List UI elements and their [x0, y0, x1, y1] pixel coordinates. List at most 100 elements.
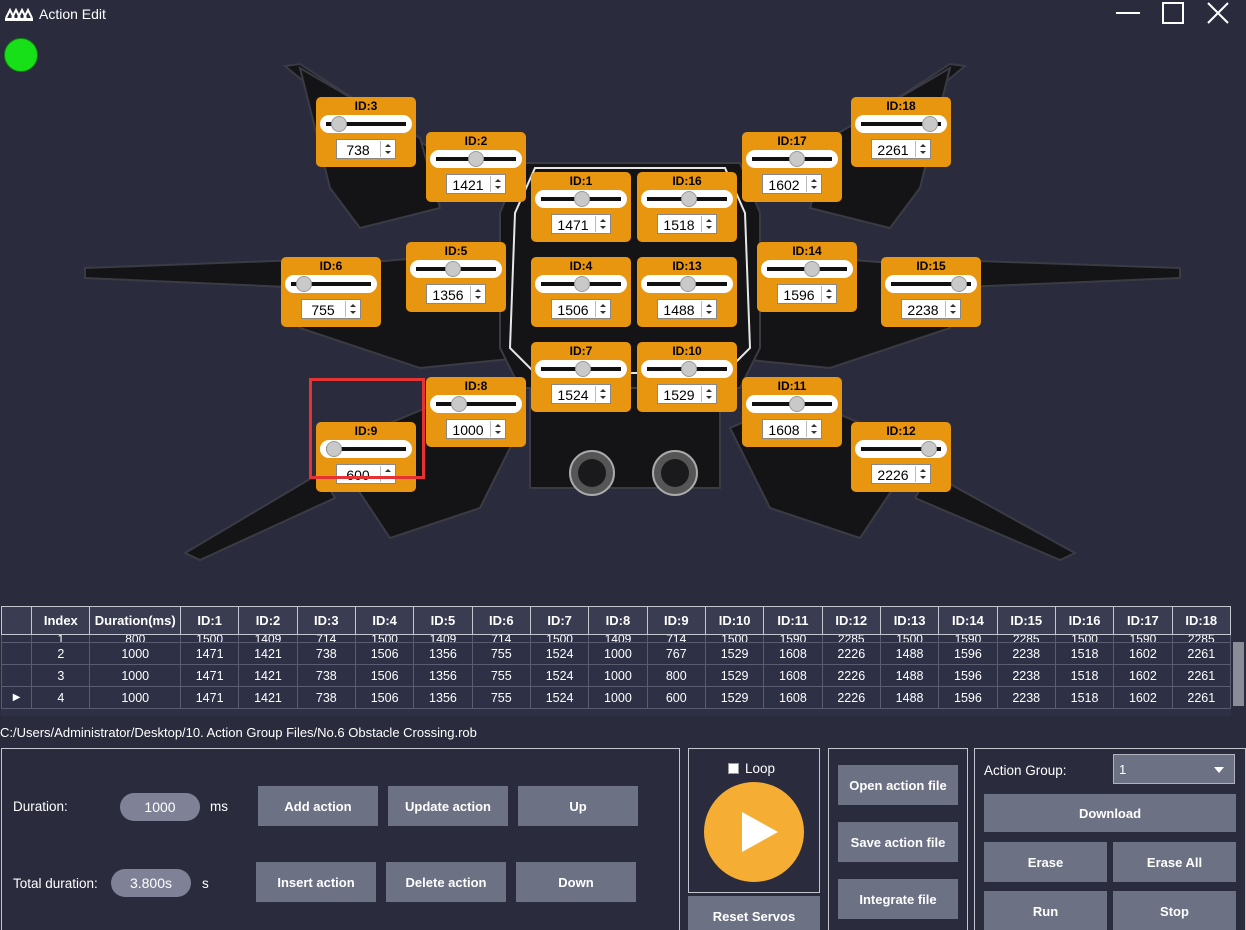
spin-up-icon[interactable] — [495, 179, 501, 182]
row-selector[interactable] — [1, 634, 33, 643]
spin-arrows[interactable] — [915, 141, 929, 157]
spin-down-icon[interactable] — [600, 311, 606, 314]
table-cell[interactable]: 1500 — [354, 634, 415, 643]
table-cell[interactable]: 2226 — [821, 642, 881, 665]
table-cell[interactable]: 4 — [31, 686, 91, 709]
servo-slider[interactable] — [285, 275, 377, 293]
table-cell[interactable]: 1471 — [179, 642, 240, 665]
table-scrollbar[interactable] — [1231, 606, 1246, 716]
servo-value-spinbox[interactable]: 2226 — [871, 464, 931, 484]
spin-arrows[interactable] — [490, 176, 504, 192]
table-cell[interactable]: 738 — [296, 642, 356, 665]
download-button[interactable]: Download — [984, 794, 1236, 832]
spin-down-icon[interactable] — [811, 186, 817, 189]
spin-up-icon[interactable] — [706, 389, 712, 392]
integrate-file-button[interactable]: Integrate file — [838, 879, 958, 919]
slider-knob[interactable] — [450, 396, 467, 412]
spin-down-icon[interactable] — [600, 226, 606, 229]
column-header[interactable]: Duration(ms) — [89, 606, 181, 635]
table-cell[interactable]: 1409 — [238, 634, 298, 643]
table-cell[interactable]: 3 — [31, 664, 91, 687]
spin-up-icon[interactable] — [811, 424, 817, 427]
column-header[interactable]: ID:6 — [471, 606, 531, 635]
scrollbar-thumb[interactable] — [1233, 642, 1244, 706]
servo-value-spinbox[interactable]: 1608 — [762, 419, 822, 439]
table-cell[interactable]: 1409 — [413, 634, 473, 643]
table-cell[interactable]: 1471 — [179, 664, 240, 687]
table-cell[interactable]: 1356 — [413, 664, 473, 687]
slider-knob[interactable] — [330, 116, 347, 132]
servo-value-spinbox[interactable]: 1421 — [446, 174, 506, 194]
table-cell[interactable]: 1529 — [704, 686, 765, 709]
spin-arrows[interactable] — [470, 286, 484, 302]
servo-slider[interactable] — [320, 115, 412, 133]
spin-up-icon[interactable] — [706, 219, 712, 222]
table-cell[interactable]: 1590 — [763, 634, 823, 643]
run-button[interactable]: Run — [984, 891, 1107, 930]
column-header[interactable]: ID:16 — [1054, 606, 1115, 635]
spin-arrows[interactable] — [490, 421, 504, 437]
row-selector[interactable]: ▶ — [1, 686, 33, 709]
column-header[interactable]: ID:17 — [1113, 606, 1173, 635]
slider-knob[interactable] — [680, 276, 696, 292]
table-cell[interactable]: 1000 — [588, 642, 648, 665]
servo-slider[interactable] — [410, 260, 502, 278]
table-cell[interactable]: 1409 — [588, 634, 648, 643]
spin-arrows[interactable] — [945, 301, 959, 317]
column-header[interactable]: ID:12 — [821, 606, 881, 635]
servo-slider[interactable] — [641, 360, 733, 378]
table-cell[interactable]: 2238 — [996, 642, 1056, 665]
table-cell[interactable]: 714 — [471, 634, 531, 643]
column-header[interactable]: ID:9 — [646, 606, 706, 635]
up-button[interactable]: Up — [518, 786, 638, 826]
column-header[interactable]: ID:10 — [704, 606, 765, 635]
table-cell[interactable]: 1596 — [938, 686, 998, 709]
table-cell[interactable]: 1500 — [1054, 634, 1115, 643]
servo-slider[interactable] — [855, 440, 947, 458]
table-cell[interactable]: 1608 — [763, 642, 823, 665]
slider-knob[interactable] — [574, 361, 591, 377]
column-header[interactable]: Index — [31, 606, 91, 635]
table-cell[interactable]: 2261 — [1171, 642, 1231, 665]
servo-value-spinbox[interactable]: 1488 — [657, 299, 717, 319]
table-cell[interactable]: 1608 — [763, 664, 823, 687]
spin-down-icon[interactable] — [920, 476, 926, 479]
table-cell[interactable]: 1000 — [89, 686, 181, 709]
column-header[interactable]: ID:8 — [588, 606, 648, 635]
table-cell[interactable]: 738 — [296, 664, 356, 687]
servo-value-spinbox[interactable]: 755 — [301, 299, 361, 319]
slider-knob[interactable] — [788, 151, 805, 167]
table-cell[interactable]: 1471 — [179, 686, 240, 709]
table-cell[interactable]: 1518 — [1054, 664, 1115, 687]
slider-knob[interactable] — [803, 261, 820, 277]
slider-knob[interactable] — [922, 116, 939, 132]
slider-knob[interactable] — [295, 276, 312, 292]
close-button[interactable] — [1196, 0, 1240, 28]
spin-arrows[interactable] — [701, 216, 715, 232]
table-cell[interactable]: 2238 — [996, 664, 1056, 687]
spin-down-icon[interactable] — [475, 296, 481, 299]
loop-checkbox[interactable] — [728, 763, 739, 774]
spin-arrows[interactable] — [380, 141, 394, 157]
spin-up-icon[interactable] — [475, 289, 481, 292]
spin-up-icon[interactable] — [826, 289, 832, 292]
column-header[interactable]: ID:11 — [763, 606, 823, 635]
servo-slider[interactable] — [535, 360, 627, 378]
table-cell[interactable]: 2 — [31, 642, 91, 665]
slider-knob[interactable] — [574, 276, 590, 292]
slider-knob[interactable] — [445, 261, 462, 277]
table-cell[interactable]: 1602 — [1113, 686, 1173, 709]
table-cell[interactable]: 1500 — [529, 634, 590, 643]
table-cell[interactable]: 1488 — [879, 686, 940, 709]
servo-value-spinbox[interactable]: 1356 — [426, 284, 486, 304]
duration-input[interactable]: 1000 — [120, 793, 200, 821]
spin-down-icon[interactable] — [950, 311, 956, 314]
table-cell[interactable]: 714 — [646, 634, 706, 643]
servo-slider[interactable] — [885, 275, 977, 293]
table-row[interactable]: 2 1000 1471 1421 738 1506 1356 755 1524 1000 767 15… — [1, 642, 1231, 665]
column-header[interactable]: ID:5 — [413, 606, 473, 635]
spin-down-icon[interactable] — [350, 311, 356, 314]
table-cell[interactable]: 2226 — [821, 664, 881, 687]
spin-up-icon[interactable] — [600, 304, 606, 307]
update-action-button[interactable]: Update action — [388, 786, 508, 826]
